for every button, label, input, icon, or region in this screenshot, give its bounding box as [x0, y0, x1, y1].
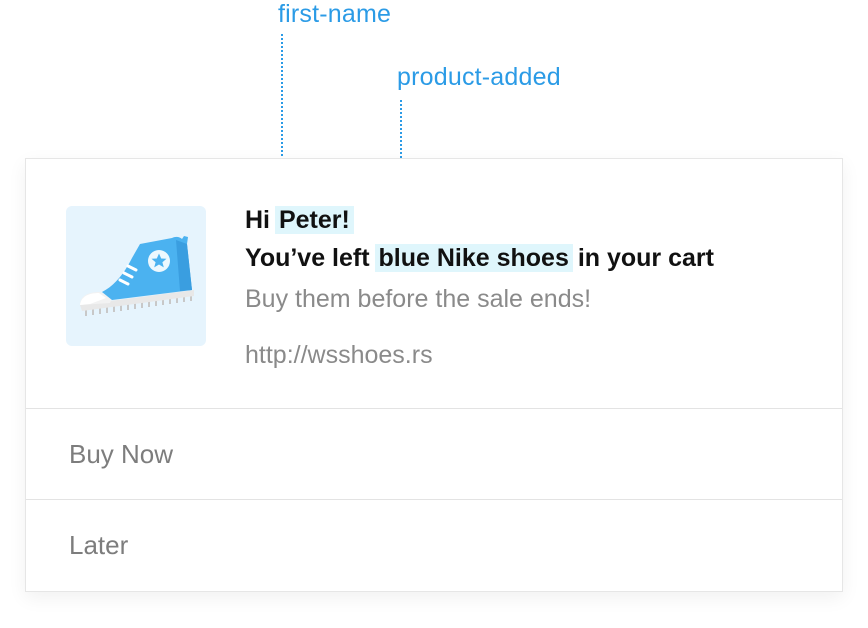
notification-url: http://wsshoes.rs — [245, 341, 433, 369]
notification-subtitle: Buy them before the sale ends! — [245, 285, 592, 313]
later-button[interactable]: Later — [26, 500, 842, 591]
blue-sneaker-icon — [80, 236, 194, 316]
product-token: blue Nike shoes — [374, 244, 573, 272]
greeting-prefix: Hi — [245, 206, 277, 234]
later-label: Later — [69, 530, 129, 560]
message-prefix: You’ve left — [245, 244, 377, 272]
buy-now-button[interactable]: Buy Now — [26, 409, 842, 500]
buy-now-label: Buy Now — [69, 439, 174, 469]
notification-content[interactable]: Hi Peter! You’ve left blue Nike shoes in… — [26, 159, 842, 409]
message-line: You’ve left blue Nike shoes in your cart — [245, 240, 714, 276]
product-thumbnail — [66, 206, 206, 346]
notification-card: Hi Peter! You’ve left blue Nike shoes in… — [25, 158, 843, 592]
greeting-line: Hi Peter! — [245, 202, 354, 238]
message-suffix: in your cart — [570, 244, 714, 272]
annotation-product-added-label: product-added — [397, 63, 561, 91]
annotation-first-name-label: first-name — [278, 0, 392, 28]
first-name-token: Peter! — [274, 206, 354, 234]
stage: first-name product-added Hi Peter! You’v… — [0, 0, 868, 628]
